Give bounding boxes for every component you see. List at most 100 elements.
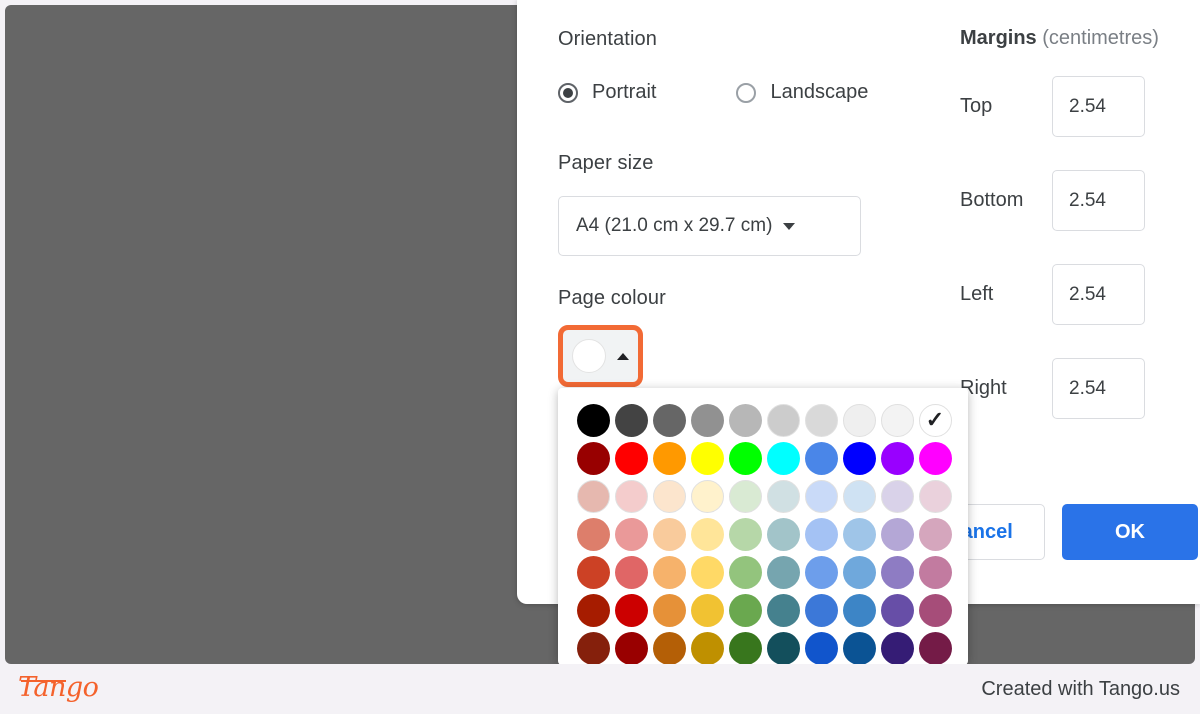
colour-swatch-6-3[interactable] <box>688 629 726 665</box>
colour-swatch-6-5[interactable] <box>764 629 802 665</box>
colour-swatch-4-1[interactable] <box>612 553 650 591</box>
colour-swatch-3-9[interactable] <box>916 515 954 553</box>
radio-selected-icon <box>558 82 578 103</box>
margin-input-bottom[interactable]: 2.54 <box>1052 170 1145 231</box>
colour-swatch-5-1[interactable] <box>612 591 650 629</box>
colour-swatch-0-4[interactable] <box>726 401 764 439</box>
colour-swatch-0-3[interactable] <box>688 401 726 439</box>
colour-swatch-6-1[interactable] <box>612 629 650 665</box>
colour-swatch-5-7[interactable] <box>840 591 878 629</box>
colour-swatch-4-7[interactable] <box>840 553 878 591</box>
colour-dot <box>804 517 838 551</box>
colour-swatch-2-7[interactable] <box>840 477 878 515</box>
colour-swatch-1-7[interactable] <box>840 439 878 477</box>
colour-dot <box>652 441 686 475</box>
colour-swatch-0-1[interactable] <box>612 401 650 439</box>
colour-swatch-4-6[interactable] <box>802 553 840 591</box>
colour-dot <box>766 593 800 627</box>
colour-swatch-4-5[interactable] <box>764 553 802 591</box>
colour-swatch-0-2[interactable] <box>650 401 688 439</box>
colour-swatch-2-2[interactable] <box>650 477 688 515</box>
colour-swatch-2-3[interactable] <box>688 477 726 515</box>
margin-input-top[interactable]: 2.54 <box>1052 76 1145 137</box>
colour-swatch-2-8[interactable] <box>878 477 916 515</box>
colour-swatch-5-8[interactable] <box>878 591 916 629</box>
colour-swatch-2-4[interactable] <box>726 477 764 515</box>
colour-swatch-3-8[interactable] <box>878 515 916 553</box>
colour-swatch-5-2[interactable] <box>650 591 688 629</box>
colour-swatch-0-9[interactable]: ✓ <box>916 401 954 439</box>
colour-swatch-1-2[interactable] <box>650 439 688 477</box>
colour-swatch-4-0[interactable] <box>574 553 612 591</box>
colour-dot <box>728 631 762 665</box>
colour-swatch-6-4[interactable] <box>726 629 764 665</box>
colour-swatch-4-3[interactable] <box>688 553 726 591</box>
colour-swatch-5-9[interactable] <box>916 591 954 629</box>
colour-swatch-5-3[interactable] <box>688 591 726 629</box>
colour-swatch-3-0[interactable] <box>574 515 612 553</box>
colour-dot <box>804 593 838 627</box>
page-colour-swatch-button[interactable] <box>558 325 643 387</box>
colour-swatch-3-5[interactable] <box>764 515 802 553</box>
colour-swatch-1-5[interactable] <box>764 439 802 477</box>
colour-swatch-1-3[interactable] <box>688 439 726 477</box>
margin-input-right[interactable]: 2.54 <box>1052 358 1145 419</box>
margin-input-left[interactable]: 2.54 <box>1052 264 1145 325</box>
colour-dot <box>614 555 648 589</box>
colour-swatch-0-5[interactable] <box>764 401 802 439</box>
colour-swatch-1-9[interactable] <box>916 439 954 477</box>
colour-swatch-0-0[interactable] <box>574 401 612 439</box>
colour-dot <box>576 555 610 589</box>
colour-swatch-1-0[interactable] <box>574 439 612 477</box>
colour-swatch-3-1[interactable] <box>612 515 650 553</box>
radio-option-landscape[interactable]: Landscape <box>736 81 868 104</box>
colour-swatch-0-6[interactable] <box>802 401 840 439</box>
colour-swatch-3-2[interactable] <box>650 515 688 553</box>
colour-dot <box>728 593 762 627</box>
colour-swatch-2-0[interactable] <box>574 477 612 515</box>
colour-swatch-3-7[interactable] <box>840 515 878 553</box>
colour-dot <box>842 631 876 665</box>
colour-swatch-6-2[interactable] <box>650 629 688 665</box>
tango-logo: Tango <box>18 672 99 703</box>
colour-swatch-0-8[interactable] <box>878 401 916 439</box>
colour-swatch-6-0[interactable] <box>574 629 612 665</box>
colour-swatch-2-1[interactable] <box>612 477 650 515</box>
ok-button[interactable]: OK <box>1062 504 1198 560</box>
colour-dot <box>614 517 648 551</box>
colour-swatch-1-6[interactable] <box>802 439 840 477</box>
colour-swatch-2-5[interactable] <box>764 477 802 515</box>
paper-size-select[interactable]: A4 (21.0 cm x 29.7 cm) <box>558 196 861 256</box>
colour-swatch-3-4[interactable] <box>726 515 764 553</box>
colour-dot: ✓ <box>918 403 952 437</box>
colour-swatch-2-9[interactable] <box>916 477 954 515</box>
colour-swatch-6-9[interactable] <box>916 629 954 665</box>
margins-unit-text: (centimetres) <box>1036 27 1159 49</box>
colour-swatch-0-7[interactable] <box>840 401 878 439</box>
colour-swatch-6-6[interactable] <box>802 629 840 665</box>
colour-swatch-5-5[interactable] <box>764 591 802 629</box>
colour-swatch-3-6[interactable] <box>802 515 840 553</box>
colour-swatch-3-3[interactable] <box>688 515 726 553</box>
colour-swatch-5-6[interactable] <box>802 591 840 629</box>
colour-swatch-1-1[interactable] <box>612 439 650 477</box>
colour-swatch-4-9[interactable] <box>916 553 954 591</box>
colour-swatch-1-8[interactable] <box>878 439 916 477</box>
radio-option-portrait[interactable]: Portrait <box>558 81 656 104</box>
colour-swatch-4-2[interactable] <box>650 553 688 591</box>
colour-swatch-4-8[interactable] <box>878 553 916 591</box>
colour-swatch-4-4[interactable] <box>726 553 764 591</box>
colour-swatch-5-0[interactable] <box>574 591 612 629</box>
colour-swatch-6-7[interactable] <box>840 629 878 665</box>
colour-dot <box>842 479 876 513</box>
colour-dot <box>842 555 876 589</box>
colour-swatch-6-8[interactable] <box>878 629 916 665</box>
colour-dot <box>652 593 686 627</box>
colour-swatch-5-4[interactable] <box>726 591 764 629</box>
colour-dot <box>728 403 762 437</box>
margin-label-bottom: Bottom <box>960 189 1024 211</box>
colour-swatch-1-4[interactable] <box>726 439 764 477</box>
colour-dot <box>614 593 648 627</box>
colour-dot <box>690 555 724 589</box>
colour-swatch-2-6[interactable] <box>802 477 840 515</box>
